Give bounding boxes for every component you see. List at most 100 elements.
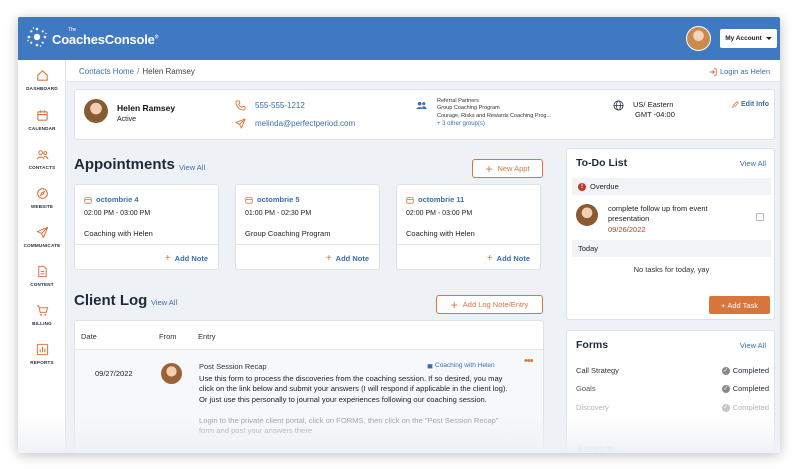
- plus-icon: +: [164, 252, 171, 264]
- send-icon: [235, 118, 246, 129]
- breadcrumb: Contacts Home / Helen Ramsey: [79, 67, 195, 76]
- appointment-time: 01:00 PM - 02:30 PM: [245, 210, 312, 217]
- new-appt-button[interactable]: + New Appt: [472, 159, 543, 178]
- contact-name: Helen Ramsey: [117, 103, 176, 113]
- overdue-header: ! Overdue: [572, 178, 771, 195]
- form-row[interactable]: Goals ✓ Completed: [576, 384, 769, 393]
- contact-groups-title: Referral Partners: [437, 98, 479, 104]
- form-status: Completed: [732, 403, 769, 412]
- contact-timezone: US/ Eastern GMT -04:00: [633, 100, 675, 119]
- appointment-time: 02:00 PM - 03:00 PM: [406, 210, 473, 217]
- check-circle-icon: ✓: [721, 384, 730, 393]
- log-entry-body: Use this form to process the discoveries…: [199, 374, 508, 404]
- caret-down-icon: [765, 37, 772, 40]
- forms-title: Forms: [576, 339, 609, 351]
- breadcrumb-bar: Contacts Home / Helen Ramsey Login as Hele…: [66, 60, 780, 82]
- plus-icon: +: [485, 161, 493, 176]
- compass-icon: [36, 188, 48, 199]
- more-groups-link[interactable]: + 3 other group(s): [437, 121, 485, 127]
- sidebar-item-contacts[interactable]: CONTACTS: [18, 148, 66, 170]
- globe-icon: [613, 100, 624, 111]
- log-entry-body-faded: Login to the private client portal, clic…: [199, 416, 499, 436]
- form-status: Completed: [732, 384, 769, 393]
- form-row[interactable]: Call Strategy ✓ Completed: [576, 366, 769, 375]
- form-row[interactable]: Discovery ✓ Completed: [576, 403, 769, 412]
- contact-group-item: Group Coaching Program: [437, 105, 500, 111]
- contact-summary-card: Helen Ramsey Active 555-555-1212 melinda…: [74, 89, 775, 140]
- sidebar-item-dashboard[interactable]: DASHBOARD: [18, 69, 66, 91]
- app-logo[interactable]: The CoachesConsole®: [26, 26, 158, 48]
- add-note-button[interactable]: + Add Note: [164, 252, 208, 264]
- chart-icon: [36, 343, 48, 356]
- contact-phone-link[interactable]: 555-555-1212: [255, 101, 305, 110]
- log-entry-session-link[interactable]: Coaching with Helen: [427, 362, 495, 369]
- contact-avatar: [84, 99, 108, 123]
- task-due-date: 09/26/2022: [608, 225, 646, 234]
- alert-icon: !: [578, 182, 586, 191]
- login-as-link[interactable]: Login as Helen: [709, 67, 770, 76]
- task-text[interactable]: complete follow up from event presentati…: [608, 204, 748, 224]
- add-log-entry-button[interactable]: + Add Log Note/Entry: [436, 295, 543, 314]
- client-log-view-all-link[interactable]: View All: [151, 298, 177, 307]
- app-window: The CoachesConsole® My Account DASHBOARD …: [18, 17, 780, 453]
- sidebar-item-content[interactable]: CONTENT: [18, 265, 66, 287]
- appointment-card[interactable]: octombrie 11 02:00 PM - 03:00 PM Coachin…: [396, 184, 541, 270]
- todo-empty-text: No tasks for today, yay: [633, 265, 710, 274]
- appointment-card[interactable]: octombrie 5 01:00 PM - 02:30 PM Group Co…: [235, 184, 380, 270]
- pencil-icon: [732, 101, 739, 108]
- my-account-button[interactable]: My Account: [720, 29, 777, 48]
- appointments-title: Appointments: [74, 156, 175, 173]
- sidebar-item-billing[interactable]: BILLING: [18, 304, 66, 326]
- breadcrumb-contacts-home[interactable]: Contacts Home: [79, 67, 134, 76]
- appointments-view-all-link[interactable]: View All: [179, 163, 205, 172]
- plus-icon: +: [450, 297, 458, 312]
- task-checkbox[interactable]: [756, 213, 764, 221]
- forms-card: Forms View All Call Strategy ✓ Completed …: [566, 330, 775, 453]
- more-options-icon[interactable]: •••: [524, 355, 534, 367]
- calendar-icon: [36, 110, 48, 121]
- todo-card: To-Do List View All ! Overdue complete f…: [566, 148, 775, 320]
- sidebar-item-communicate[interactable]: COMMUNICATE: [18, 226, 66, 248]
- task-avatar: [576, 204, 598, 226]
- edit-info-button[interactable]: Edit Info: [732, 101, 769, 108]
- calendar-icon: [406, 196, 414, 204]
- appointment-date: octombrie 5: [257, 195, 300, 204]
- add-note-button[interactable]: + Add Note: [487, 253, 530, 263]
- calendar-icon: [84, 196, 92, 204]
- contact-email-link[interactable]: melinda@perfectperiod.com: [255, 119, 355, 128]
- sidebar-item-reports[interactable]: REPORTS: [18, 343, 66, 365]
- todo-title: To-Do List: [576, 157, 628, 169]
- sidebar-item-website[interactable]: WEBSITE: [18, 187, 66, 209]
- forms-view-all-link[interactable]: View All: [740, 341, 766, 350]
- add-task-button[interactable]: + Add Task: [709, 296, 770, 314]
- appointment-card[interactable]: octombrie 4 02:00 PM - 03:00 PM Coaching…: [74, 184, 219, 270]
- today-header: Today: [572, 240, 771, 257]
- appointment-date: octombrie 11: [418, 195, 465, 204]
- log-entry-type: Post Session Recap: [199, 362, 267, 371]
- user-avatar[interactable]: [686, 26, 711, 51]
- sidebar: DASHBOARD CALENDAR CONTACTS WEBSITE COMM…: [18, 60, 66, 453]
- check-circle-icon: ✓: [721, 366, 730, 375]
- check-circle-icon: ✓: [721, 403, 730, 412]
- appointment-title: Coaching with Helen: [406, 229, 475, 238]
- form-name: Call Strategy: [576, 366, 619, 375]
- contact-group-item: Courage, Risks and Rewards Coaching Prog…: [437, 113, 552, 119]
- plus-icon: +: [325, 252, 332, 264]
- document-icon: [37, 265, 47, 278]
- appointment-title: Group Coaching Program: [245, 229, 331, 238]
- column-header-date: Date: [81, 332, 97, 341]
- calendar-icon: [427, 363, 433, 368]
- home-icon: [36, 70, 48, 81]
- column-header-entry: Entry: [198, 332, 216, 341]
- cart-icon: [36, 305, 48, 316]
- login-icon: [709, 67, 717, 76]
- appointment-date: octombrie 4: [96, 195, 139, 204]
- logo-sun-icon: [27, 27, 47, 47]
- client-log-title: Client Log: [74, 292, 148, 309]
- add-note-button[interactable]: + Add Note: [325, 252, 369, 264]
- form-status: Completed: [732, 366, 769, 375]
- agreements-title: Agreem...: [576, 444, 622, 453]
- sidebar-item-calendar[interactable]: CALENDAR: [18, 109, 66, 131]
- todo-view-all-link[interactable]: View All: [740, 159, 766, 168]
- form-name: Discovery: [576, 403, 609, 412]
